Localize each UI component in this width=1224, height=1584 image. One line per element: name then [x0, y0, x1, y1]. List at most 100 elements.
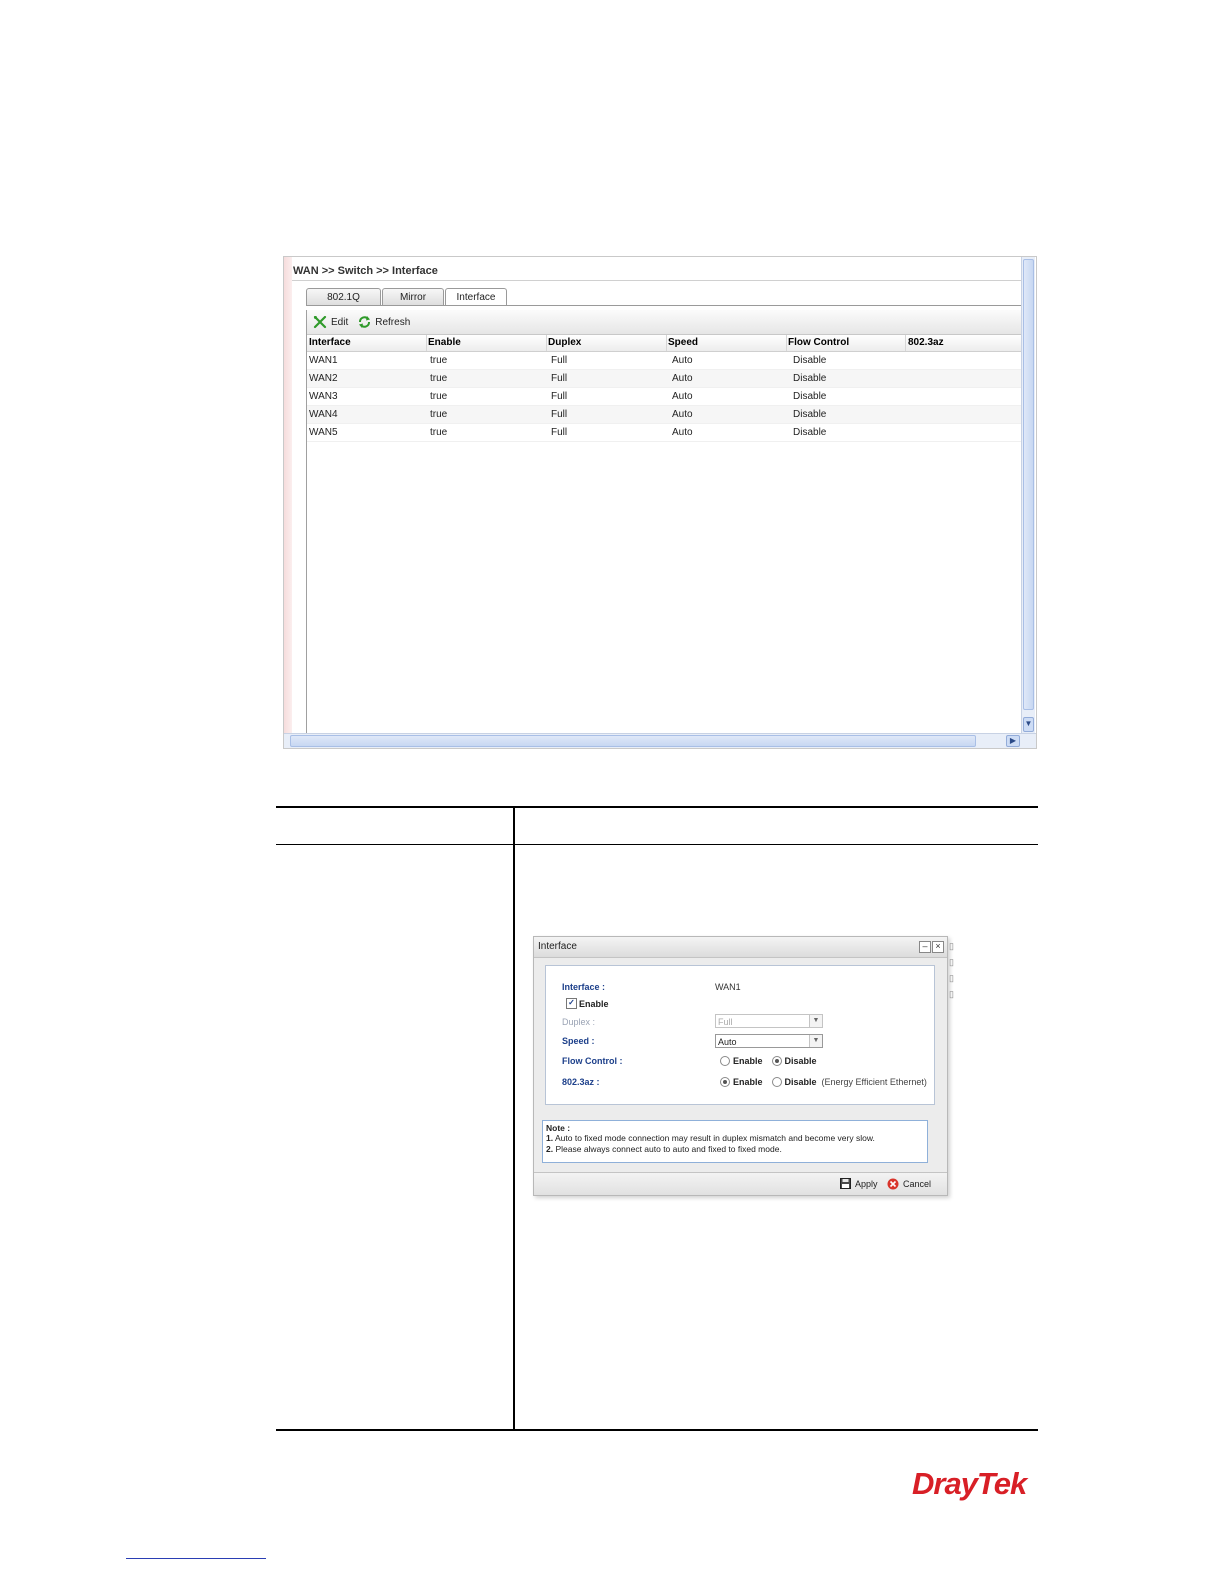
cell-duplex: Full [551, 409, 568, 420]
cell-8023az [912, 388, 1022, 405]
cell-interface: WAN2 [309, 373, 338, 384]
az-label: 802.3az : [562, 1077, 600, 1087]
dialog-titlebar[interactable]: Interface – × [534, 937, 947, 958]
cell-8023az [912, 370, 1022, 387]
tab-bar: 802.1Q VLAN Mirror Interface [306, 288, 508, 320]
close-icon[interactable]: × [932, 941, 944, 953]
az-disable-radio[interactable] [771, 1077, 782, 1087]
refresh-icon [359, 316, 371, 328]
note-1-number: 1. [546, 1133, 554, 1143]
cancel-icon [887, 1178, 899, 1190]
table-body: WAN1 true Full Auto Disable WAN2 true Fu… [307, 352, 1022, 442]
interface-table: Interface Enable Duplex Speed Flow Contr… [307, 335, 1022, 442]
cell-interface: WAN3 [309, 391, 338, 402]
side-menu-edge [284, 257, 292, 748]
interface-value: WAN1 [715, 982, 741, 992]
col-interface[interactable]: Interface [307, 335, 427, 351]
note-title: Note : [546, 1123, 571, 1133]
az-disable-label: Disable [784, 1077, 817, 1087]
cell-speed: Auto [672, 427, 693, 438]
cell-speed: Auto [672, 409, 693, 420]
tab-mirror[interactable]: Mirror [382, 288, 444, 305]
checkmark-icon: ✓ [566, 998, 577, 1009]
cell-enable: true [430, 409, 448, 420]
tab-divider [306, 305, 1022, 306]
interface-edit-dialog: Interface – × Interface : WAN1 ✓ Enable … [533, 936, 948, 1196]
doc-table-bottom-rule [276, 1429, 1038, 1431]
interface-page-screenshot: WAN >> Switch >> Interface 802.1Q VLAN M… [283, 256, 1037, 749]
flow-enable-radio[interactable] [720, 1056, 730, 1066]
breadcrumb-divider [292, 280, 1022, 281]
horizontal-scrollbar[interactable]: ▶ [284, 733, 1036, 748]
cell-enable: true [430, 373, 448, 384]
refresh-label: Refresh [375, 316, 411, 328]
save-icon [840, 1178, 851, 1189]
table-row[interactable]: WAN3 true Full Auto Disable [307, 388, 1022, 406]
flow-disable-label: Disable [784, 1056, 817, 1066]
col-enable[interactable]: Enable [427, 335, 547, 351]
col-speed[interactable]: Speed [667, 335, 787, 351]
note-2-text: Please always connect auto to auto and f… [555, 1144, 782, 1154]
az-enable-radio[interactable] [720, 1077, 730, 1087]
flow-disable-radio[interactable] [771, 1056, 782, 1066]
cancel-button[interactable]: Cancel [887, 1178, 931, 1190]
refresh-button[interactable]: Refresh [358, 316, 410, 328]
cell-8023az [912, 424, 1022, 441]
table-header: Interface Enable Duplex Speed Flow Contr… [307, 335, 1022, 352]
col-8023az[interactable]: 802.3az [906, 335, 1022, 351]
speed-label: Speed : [562, 1036, 595, 1046]
speed-value: Auto [718, 1037, 737, 1047]
table-row[interactable]: WAN4 true Full Auto Disable [307, 406, 1022, 424]
chevron-down-icon: ▼ [809, 1015, 822, 1027]
cell-speed: Auto [672, 391, 693, 402]
cell-interface: WAN4 [309, 409, 338, 420]
edit-label: Edit [331, 316, 349, 328]
tab-interface[interactable]: Interface [445, 288, 507, 306]
table-row[interactable]: WAN1 true Full Auto Disable [307, 352, 1022, 370]
col-duplex[interactable]: Duplex [547, 335, 667, 351]
cell-8023az [912, 406, 1022, 423]
table-row[interactable]: WAN2 true Full Auto Disable [307, 370, 1022, 388]
az-note: (Energy Efficient Ethernet) [821, 1077, 927, 1087]
doc-table-top-rule [276, 806, 1038, 808]
dialog-footer: Apply Cancel [534, 1172, 947, 1195]
cell-duplex: Full [551, 427, 568, 438]
enable-checkbox[interactable]: ✓ Enable [566, 998, 609, 1009]
cell-flow-control: Disable [793, 355, 827, 366]
flow-control-radios: Enable Disable [720, 1056, 826, 1066]
cancel-label: Cancel [903, 1179, 932, 1189]
cell-enable: true [430, 391, 448, 402]
cell-flow-control: Disable [793, 409, 827, 420]
vertical-scroll-thumb[interactable] [1023, 259, 1034, 710]
dialog-form: Interface : WAN1 ✓ Enable Duplex : Full … [545, 965, 935, 1105]
apply-button[interactable]: Apply [840, 1178, 878, 1189]
vertical-scrollbar[interactable]: ▼ [1021, 257, 1035, 734]
note-1-text: Auto to fixed mode connection may result… [555, 1133, 875, 1143]
footer-link-underline [126, 1558, 266, 1559]
toolbar: Edit Refresh [307, 310, 1022, 335]
cell-interface: WAN5 [309, 427, 338, 438]
edit-icon [313, 315, 327, 328]
flow-enable-label: Enable [733, 1056, 763, 1066]
note-box: Note : 1. Auto to fixed mode connection … [542, 1120, 928, 1163]
minimize-icon[interactable]: – [919, 941, 931, 953]
cell-interface: WAN1 [309, 355, 338, 366]
flow-control-label: Flow Control : [562, 1056, 623, 1066]
note-line-2: 2. Please always connect auto to auto an… [546, 1144, 924, 1155]
col-flow-control[interactable]: Flow Control [787, 335, 906, 351]
speed-select[interactable]: Auto ▼ [715, 1034, 823, 1048]
table-row[interactable]: WAN5 true Full Auto Disable [307, 424, 1022, 442]
cell-speed: Auto [672, 355, 693, 366]
note-2-number: 2. [546, 1144, 554, 1154]
edit-button[interactable]: Edit [313, 315, 349, 329]
cell-enable: true [430, 427, 448, 438]
az-enable-label: Enable [733, 1077, 763, 1087]
tab-8021q-vlan[interactable]: 802.1Q VLAN [306, 288, 381, 320]
scroll-down-icon[interactable]: ▼ [1023, 717, 1034, 732]
scroll-right-icon[interactable]: ▶ [1006, 735, 1020, 747]
cell-speed: Auto [672, 373, 693, 384]
cell-flow-control: Disable [793, 391, 827, 402]
horizontal-scroll-thumb[interactable] [290, 735, 976, 747]
note-line-1: 1. Auto to fixed mode connection may res… [546, 1133, 924, 1144]
az-radios: Enable Disable (Energy Efficient Etherne… [720, 1077, 927, 1087]
